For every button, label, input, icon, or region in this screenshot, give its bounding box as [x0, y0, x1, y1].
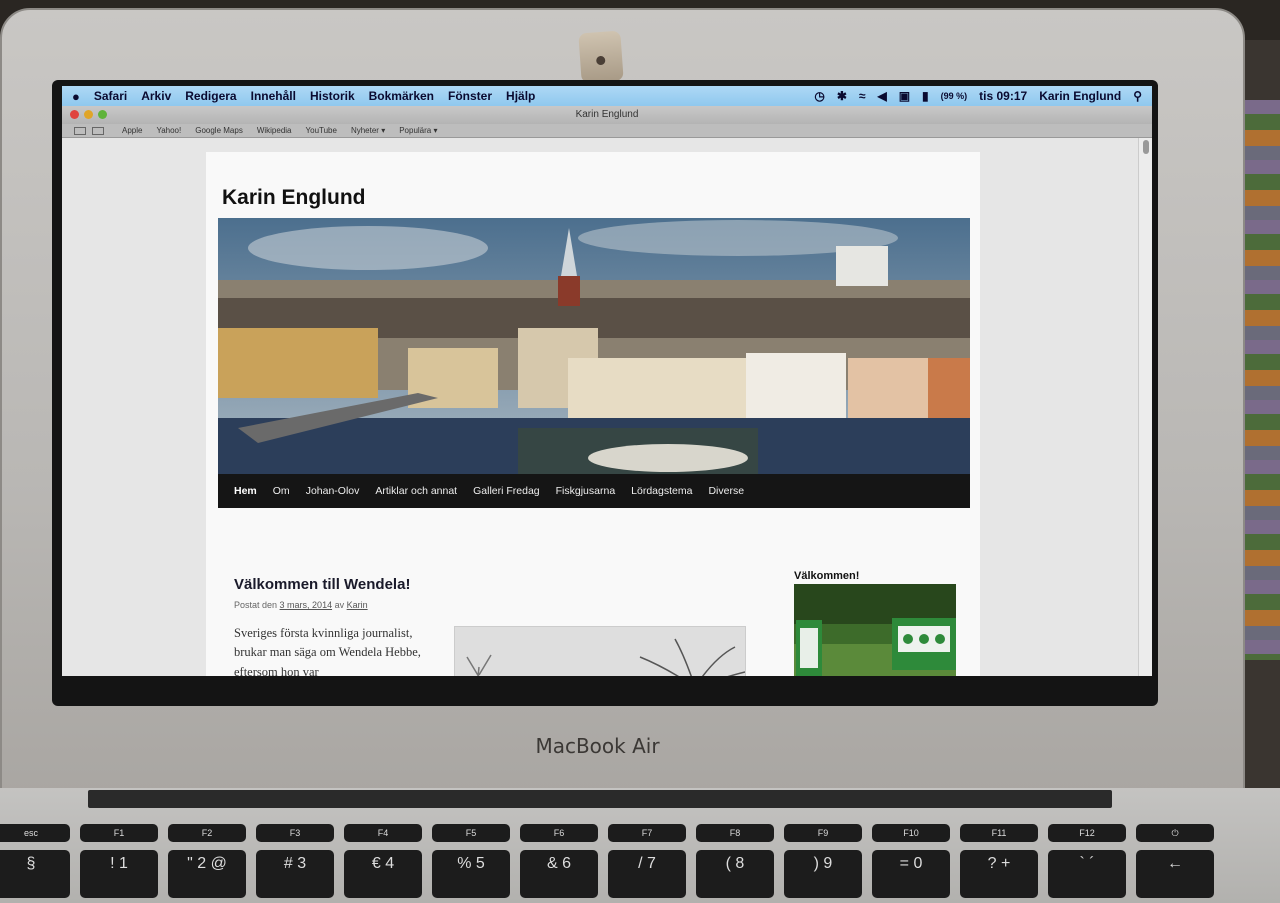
menu-historik[interactable]: Historik: [310, 89, 355, 103]
vertical-scrollbar[interactable]: [1138, 138, 1152, 676]
number-key-row: §! 1 " 2 @ # 3 € 4% 5 & 6/ 7( 8) 9 = 0? + ` ´ ←: [0, 850, 1214, 898]
number-key[interactable]: # 3: [256, 850, 334, 898]
clock[interactable]: tis 09:17: [979, 89, 1027, 103]
number-key[interactable]: ` ´: [1048, 850, 1126, 898]
number-key[interactable]: & 6: [520, 850, 598, 898]
nav-om[interactable]: Om: [273, 485, 290, 497]
battery-text[interactable]: (99 %): [941, 91, 968, 101]
city-panorama: [218, 218, 970, 474]
nav-diverse[interactable]: Diverse: [708, 485, 744, 497]
function-key[interactable]: F5: [432, 824, 510, 842]
post-image[interactable]: [454, 626, 746, 676]
function-key[interactable]: F12: [1048, 824, 1126, 842]
menu-fonster[interactable]: Fönster: [448, 89, 492, 103]
bookmarks-bar: Apple Yahoo! Google Maps Wikipedia YouTu…: [62, 124, 1152, 138]
minimize-icon[interactable]: [84, 110, 93, 119]
menu-bokmarken[interactable]: Bokmärken: [369, 89, 434, 103]
function-key[interactable]: F10: [872, 824, 950, 842]
function-key[interactable]: ⏻: [1136, 824, 1214, 842]
bookmark-apple[interactable]: Apple: [122, 126, 142, 135]
menu-bar: ● Safari Arkiv Redigera Innehåll Histori…: [62, 86, 1152, 106]
post-body: Sveriges första kvinnliga journalist, br…: [234, 626, 421, 676]
number-key[interactable]: € 4: [344, 850, 422, 898]
apple-menu-icon[interactable]: ●: [72, 89, 80, 104]
spotlight-icon[interactable]: ⚲: [1133, 89, 1142, 103]
battery-icon[interactable]: ▮: [922, 89, 929, 103]
function-key-row: esc F1 F2 F3 F4 F5 F6 F7 F8 F9 F10 F11 F12 ⏻: [0, 824, 1214, 842]
widget-title: Välkommen!: [794, 570, 860, 582]
top-sites-icon[interactable]: [92, 126, 104, 135]
function-key[interactable]: F1: [80, 824, 158, 842]
number-key[interactable]: % 5: [432, 850, 510, 898]
site-nav: Hem Om Johan-Olov Artiklar och annat Gal…: [218, 474, 970, 508]
garden-gate-image: [794, 584, 956, 676]
number-key[interactable]: = 0: [872, 850, 950, 898]
post-date-link[interactable]: 3 mars, 2014: [280, 600, 333, 610]
menu-hjalp[interactable]: Hjälp: [506, 89, 535, 103]
function-key[interactable]: F4: [344, 824, 422, 842]
nav-hem[interactable]: Hem: [234, 485, 257, 497]
camera-icon: [578, 30, 624, 84]
function-key[interactable]: F8: [696, 824, 774, 842]
widget-image[interactable]: [794, 584, 956, 676]
number-key[interactable]: ) 9: [784, 850, 862, 898]
menu-redigera[interactable]: Redigera: [185, 89, 236, 103]
brand-label: MacBook Air: [535, 734, 660, 758]
wifi-icon[interactable]: ≈: [859, 89, 866, 103]
menu-innehall[interactable]: Innehåll: [251, 89, 296, 103]
time-machine-icon[interactable]: ◷: [814, 89, 824, 103]
tree-sketch-image: [455, 627, 745, 676]
zoom-icon[interactable]: [98, 110, 107, 119]
function-key[interactable]: F2: [168, 824, 246, 842]
window-titlebar: Karin Englund: [62, 106, 1152, 124]
display-icon[interactable]: ▣: [899, 89, 910, 103]
function-key[interactable]: F6: [520, 824, 598, 842]
number-key[interactable]: ( 8: [696, 850, 774, 898]
post-meta: Postat den 3 mars, 2014 av Karin: [234, 600, 368, 610]
post-title[interactable]: Välkommen till Wendela!: [234, 576, 410, 593]
bluetooth-icon[interactable]: ✱: [837, 89, 847, 103]
function-key[interactable]: F3: [256, 824, 334, 842]
bookmark-youtube[interactable]: YouTube: [306, 126, 337, 135]
menu-safari[interactable]: Safari: [94, 89, 127, 103]
bookmark-nyheter[interactable]: Nyheter ▾: [351, 126, 385, 135]
function-key[interactable]: F7: [608, 824, 686, 842]
nav-lordagstema[interactable]: Lördagstema: [631, 485, 692, 497]
number-key[interactable]: ! 1: [80, 850, 158, 898]
close-icon[interactable]: [70, 110, 79, 119]
nav-galleri-fredag[interactable]: Galleri Fredag: [473, 485, 540, 497]
reading-list-icon[interactable]: [74, 126, 86, 135]
post-author-link[interactable]: Karin: [347, 600, 368, 610]
meta-prefix: Postat den: [234, 600, 278, 610]
function-key[interactable]: F9: [784, 824, 862, 842]
number-key[interactable]: ? +: [960, 850, 1038, 898]
user-menu[interactable]: Karin Englund: [1039, 89, 1121, 103]
web-viewport[interactable]: Karin Englund Hem Om Johan-Olov Artiklar…: [62, 138, 1152, 676]
nav-johan-olov[interactable]: Johan-Olov: [306, 485, 360, 497]
number-key[interactable]: §: [0, 850, 70, 898]
site-title[interactable]: Karin Englund: [222, 186, 366, 210]
scroll-thumb[interactable]: [1143, 140, 1149, 154]
function-key[interactable]: F11: [960, 824, 1038, 842]
number-key[interactable]: / 7: [608, 850, 686, 898]
window-title: Karin Englund: [575, 109, 639, 120]
bookmark-populara[interactable]: Populära ▾: [399, 126, 437, 135]
number-key[interactable]: " 2 @: [168, 850, 246, 898]
number-key[interactable]: ←: [1136, 850, 1214, 898]
menu-arkiv[interactable]: Arkiv: [141, 89, 171, 103]
header-image: Hem Om Johan-Olov Artiklar och annat Gal…: [218, 218, 970, 508]
screen: ● Safari Arkiv Redigera Innehåll Histori…: [62, 86, 1152, 676]
bookmark-yahoo[interactable]: Yahoo!: [156, 126, 181, 135]
nav-fiskgjusarna[interactable]: Fiskgjusarna: [556, 485, 616, 497]
nav-artiklar[interactable]: Artiklar och annat: [375, 485, 457, 497]
page-container: Karin Englund Hem Om Johan-Olov Artiklar…: [206, 152, 980, 676]
bookmark-google-maps[interactable]: Google Maps: [195, 126, 243, 135]
function-key[interactable]: esc: [0, 824, 70, 842]
bookmark-wikipedia[interactable]: Wikipedia: [257, 126, 292, 135]
hinge: [88, 790, 1112, 808]
meta-by: av: [334, 600, 345, 610]
volume-icon[interactable]: ◀: [877, 89, 886, 103]
